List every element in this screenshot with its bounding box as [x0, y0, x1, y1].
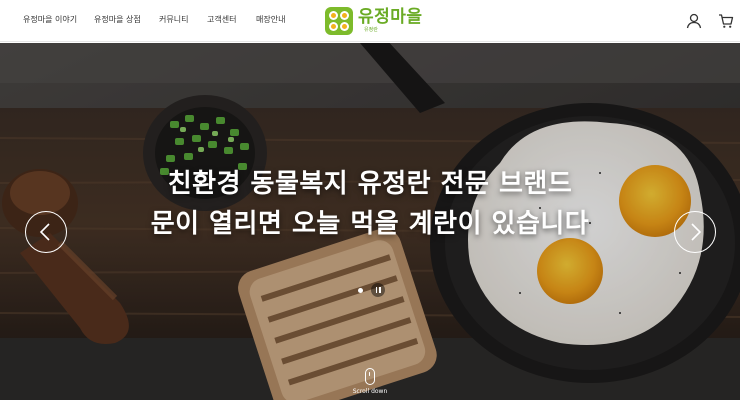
logo-mark — [325, 7, 353, 35]
nav-item-stores[interactable]: 매장안내 — [256, 14, 285, 25]
nav-item-shop[interactable]: 유정마을 상점 — [94, 14, 141, 25]
nav-item-community[interactable]: 커뮤니티 — [159, 14, 188, 25]
chevron-right-icon — [691, 223, 702, 241]
chevron-left-icon — [39, 223, 50, 241]
logo-title: 유정마을 — [358, 7, 423, 27]
logo-subtitle: 유정란 — [364, 27, 378, 33]
slider-next-button[interactable] — [674, 211, 716, 253]
nav-item-story[interactable]: 유정마을 이야기 — [23, 14, 77, 25]
user-icon[interactable] — [686, 13, 702, 29]
site-logo[interactable]: 유정마을 유정란 — [325, 6, 423, 36]
site-header: 유정마을 이야기 유정마을 상점 커뮤니티 고객센터 매장안내 유정마을 유정란 — [0, 0, 740, 42]
hero-headline-line1: 친환경 동물복지 유정란 전문 브랜드 — [167, 169, 573, 199]
hero-banner: 친환경 동물복지 유정란 전문 브랜드 문이 열리면 오늘 먹을 계란이 있습니… — [0, 43, 740, 400]
cart-icon[interactable] — [718, 13, 734, 29]
nav-item-support[interactable]: 고객센터 — [207, 14, 236, 25]
slider-dot-1[interactable] — [358, 287, 363, 293]
hero-headline-line2: 문이 열리면 오늘 먹을 계란이 있습니다 — [150, 209, 590, 239]
slider-prev-button[interactable] — [25, 211, 67, 253]
mouse-icon — [365, 368, 375, 385]
slider-pagination — [358, 283, 385, 297]
slider-pause-button[interactable] — [371, 283, 385, 297]
scroll-down-indicator[interactable]: Scroll down — [350, 368, 390, 395]
scroll-down-label: Scroll down — [352, 388, 388, 395]
